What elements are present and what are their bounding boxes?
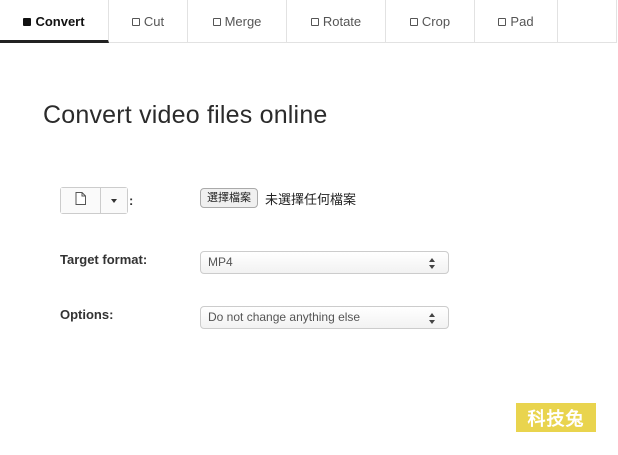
select-arrows-icon <box>429 258 436 269</box>
tab-merge[interactable]: Merge <box>188 0 287 43</box>
checkbox-icon <box>498 17 507 26</box>
checkbox-icon <box>212 17 221 26</box>
checkbox-icon <box>409 17 418 26</box>
tab-label: Convert <box>35 14 85 29</box>
options-label: Options: <box>60 307 114 322</box>
tab-convert[interactable]: Convert <box>0 0 109 43</box>
tab-label: Pad <box>510 14 534 29</box>
tab-label: Rotate <box>322 14 362 29</box>
checkbox-icon <box>131 17 140 26</box>
page-title: Convert video files online <box>43 101 328 129</box>
checkbox-icon <box>23 17 32 26</box>
tab-label: Cut <box>143 14 165 29</box>
tab-label: Merge <box>224 14 262 29</box>
target-format-select[interactable]: MP4 <box>200 251 449 274</box>
tab-crop[interactable]: Crop <box>386 0 475 43</box>
file-status-text: 未選擇任何檔案 <box>265 192 357 207</box>
source-button-group <box>60 187 128 214</box>
caret-down-icon <box>111 198 117 203</box>
target-format-label: Target format: <box>60 252 148 267</box>
source-dropdown-toggle[interactable] <box>101 188 127 213</box>
options-value: Do not change anything else <box>208 310 361 324</box>
source-label-colon: : <box>129 193 134 208</box>
tab-cut[interactable]: Cut <box>109 0 188 43</box>
select-arrows-icon <box>429 313 436 324</box>
document-icon <box>75 191 86 210</box>
tab-pad[interactable]: Pad <box>475 0 558 43</box>
tab-label: Crop <box>421 14 451 29</box>
checkbox-icon <box>310 17 319 26</box>
source-file-button[interactable] <box>61 188 101 213</box>
target-format-value: MP4 <box>208 255 233 269</box>
choose-file-button[interactable]: 選擇檔案 <box>200 188 258 208</box>
tab-bar: Convert Cut Merge Rotate Crop Pad <box>0 0 617 43</box>
options-select[interactable]: Do not change anything else <box>200 306 449 329</box>
watermark-logo: 科技兔 <box>516 403 596 432</box>
tab-rotate[interactable]: Rotate <box>287 0 386 43</box>
